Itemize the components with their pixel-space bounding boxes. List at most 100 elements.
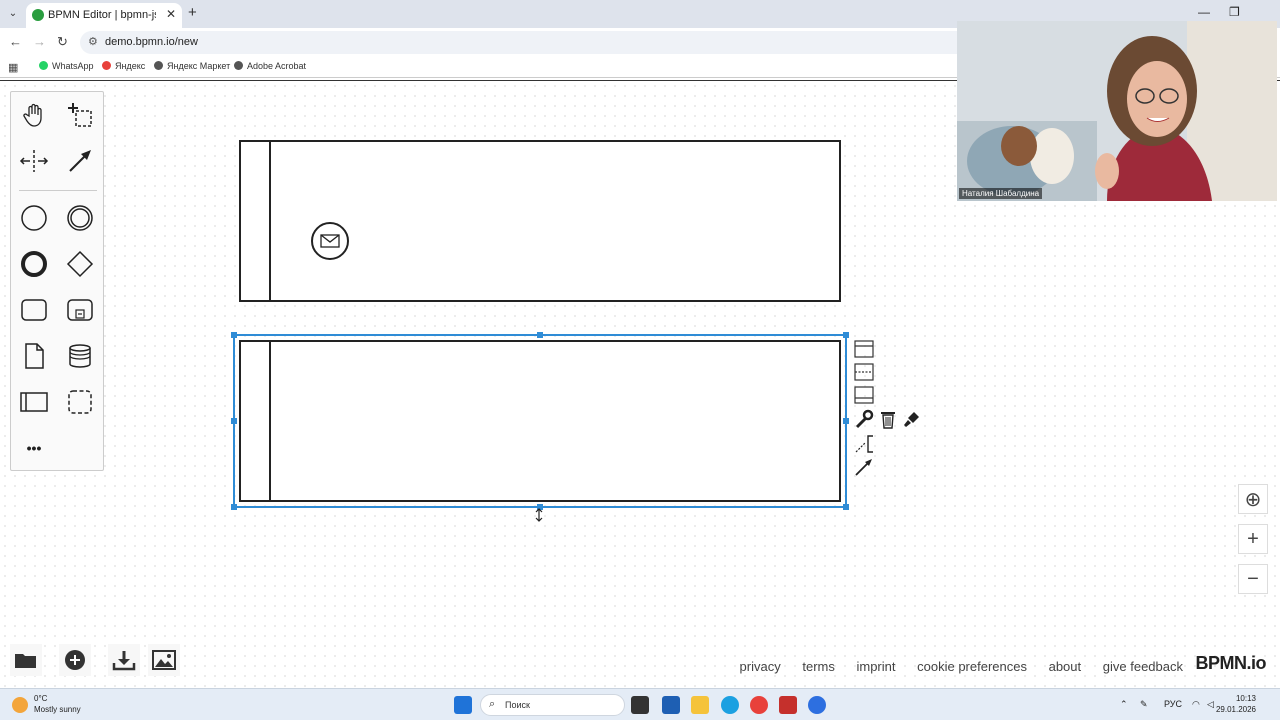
bookmark-whatsapp[interactable]: WhatsApp bbox=[39, 61, 94, 71]
privacy-link[interactable]: privacy bbox=[740, 659, 781, 674]
volume-icon[interactable]: ◁ bbox=[1207, 699, 1214, 710]
connect-arrow-icon[interactable] bbox=[853, 456, 875, 478]
skype-icon[interactable] bbox=[721, 696, 739, 714]
reload-icon[interactable]: ↻ bbox=[57, 34, 68, 50]
bookmark-adobe-acrobat[interactable]: Adobe Acrobat bbox=[234, 61, 306, 71]
weather-icon[interactable] bbox=[12, 697, 28, 713]
url-text: demo.bpmn.io/new bbox=[105, 36, 198, 48]
space-tool-icon[interactable] bbox=[19, 146, 49, 176]
pool-1[interactable] bbox=[239, 140, 841, 302]
subprocess-icon[interactable] bbox=[65, 295, 95, 325]
acrobat-icon[interactable] bbox=[779, 696, 797, 714]
chrome-icon[interactable] bbox=[750, 696, 768, 714]
clock-time[interactable]: 10:13 bbox=[1236, 694, 1256, 703]
back-icon[interactable]: ← bbox=[9, 34, 22, 49]
bookmark-label: WhatsApp bbox=[52, 61, 94, 71]
participant-video bbox=[957, 21, 1277, 201]
data-object-icon[interactable] bbox=[19, 341, 49, 371]
add-lane-above-icon[interactable] bbox=[853, 338, 875, 360]
task-icon[interactable] bbox=[19, 295, 49, 325]
start-event-icon[interactable] bbox=[19, 203, 49, 233]
end-event-icon[interactable] bbox=[19, 249, 49, 279]
tool-palette: ••• bbox=[10, 91, 104, 471]
bookmark-label: Яндекс bbox=[115, 61, 146, 71]
language-indicator[interactable]: РУС bbox=[1164, 699, 1182, 709]
widgets-icon[interactable] bbox=[662, 696, 680, 714]
file-explorer-icon[interactable] bbox=[691, 696, 709, 714]
resize-handle-ne[interactable] bbox=[843, 332, 849, 338]
color-brush-icon[interactable] bbox=[901, 408, 923, 430]
bpmn-favicon-icon bbox=[32, 9, 44, 21]
windows-taskbar: 0°C Mostly sunny ⌕ Поиск ⌃ ✎ РУС ◠ ◁ 10:… bbox=[0, 688, 1280, 720]
tray-expand-icon[interactable]: ⌃ bbox=[1120, 699, 1128, 710]
clock-date[interactable]: 29.01.2026 bbox=[1216, 705, 1256, 714]
task-view-icon[interactable] bbox=[631, 696, 649, 714]
forward-icon[interactable]: → bbox=[33, 34, 46, 49]
resize-cursor-icon bbox=[535, 508, 543, 522]
resize-handle-e[interactable] bbox=[843, 418, 849, 424]
globe-icon bbox=[154, 61, 163, 70]
weather-temperature: 0°C bbox=[34, 694, 48, 703]
taskbar-search[interactable]: ⌕ Поиск bbox=[480, 694, 625, 716]
reset-zoom-button[interactable]: ⊕ bbox=[1238, 484, 1268, 514]
add-lane-below-icon[interactable] bbox=[853, 384, 875, 406]
zoom-app-icon[interactable] bbox=[808, 696, 826, 714]
zoom-out-button[interactable]: − bbox=[1238, 564, 1268, 594]
tab-title: BPMN Editor | bpmn-js modeler bbox=[48, 9, 156, 21]
globe-icon bbox=[234, 61, 243, 70]
resize-handle-sw[interactable] bbox=[231, 504, 237, 510]
cookie-preferences-link[interactable]: cookie preferences bbox=[917, 659, 1027, 674]
download-bpmn-icon[interactable] bbox=[108, 644, 140, 676]
terms-link[interactable]: terms bbox=[802, 659, 835, 674]
text-annotation-connect-icon[interactable] bbox=[853, 433, 875, 455]
search-icon: ⌕ bbox=[489, 698, 496, 710]
about-link[interactable]: about bbox=[1049, 659, 1082, 674]
bookmark-yandex[interactable]: Яндекс bbox=[102, 61, 145, 71]
give-feedback-link[interactable]: give feedback bbox=[1103, 659, 1183, 674]
imprint-link[interactable]: imprint bbox=[856, 659, 895, 674]
create-new-icon[interactable] bbox=[59, 644, 91, 676]
global-connect-icon[interactable] bbox=[65, 146, 95, 176]
open-file-icon[interactable] bbox=[10, 644, 42, 676]
resize-handle-w[interactable] bbox=[231, 418, 237, 424]
resize-handle-se[interactable] bbox=[843, 504, 849, 510]
divide-lane-icon[interactable] bbox=[853, 361, 875, 383]
new-tab-button[interactable]: + bbox=[188, 4, 197, 21]
pool-icon[interactable] bbox=[19, 387, 49, 417]
wrench-icon[interactable] bbox=[853, 408, 875, 430]
apps-grid-icon[interactable]: ▦ bbox=[8, 61, 18, 74]
bpmn-io-logo[interactable]: BPMN.io bbox=[1196, 653, 1267, 674]
more-tools-icon[interactable]: ••• bbox=[19, 433, 49, 463]
message-start-event[interactable] bbox=[311, 222, 349, 260]
data-store-icon[interactable] bbox=[65, 341, 95, 371]
group-icon[interactable] bbox=[65, 387, 95, 417]
pen-icon[interactable]: ✎ bbox=[1140, 699, 1148, 710]
zoom-in-button[interactable]: + bbox=[1238, 524, 1268, 554]
restore-icon[interactable]: ❐ bbox=[1229, 5, 1240, 19]
resize-handle-nw[interactable] bbox=[231, 332, 237, 338]
wifi-icon[interactable]: ◠ bbox=[1192, 699, 1200, 710]
tab-search-icon[interactable]: ⌄ bbox=[4, 5, 22, 23]
tab-close-icon[interactable]: ✕ bbox=[166, 7, 176, 21]
intermediate-event-icon[interactable] bbox=[65, 203, 95, 233]
search-placeholder: Поиск bbox=[505, 700, 530, 710]
browser-tab[interactable]: BPMN Editor | bpmn-js modeler ✕ bbox=[26, 3, 182, 28]
resize-handle-s[interactable] bbox=[537, 504, 543, 510]
windows-start-icon[interactable] bbox=[454, 696, 472, 714]
participant-name: Наталия Шабалдина bbox=[959, 188, 1043, 199]
yandex-icon bbox=[102, 61, 111, 70]
bookmark-yandex-market[interactable]: Яндекс Маркет bbox=[154, 61, 230, 71]
palette-separator bbox=[19, 190, 97, 191]
download-image-icon[interactable] bbox=[148, 644, 180, 676]
bookmark-label: Adobe Acrobat bbox=[247, 61, 307, 71]
lasso-tool-icon[interactable] bbox=[65, 100, 95, 130]
minimize-icon[interactable]: — bbox=[1198, 5, 1210, 19]
delete-trash-icon[interactable] bbox=[877, 408, 899, 430]
site-info-icon[interactable]: ⚙ bbox=[88, 35, 98, 48]
pool-2[interactable] bbox=[239, 340, 841, 502]
weather-condition: Mostly sunny bbox=[34, 705, 81, 714]
resize-handle-n[interactable] bbox=[537, 332, 543, 338]
hand-tool-icon[interactable] bbox=[19, 100, 49, 130]
gateway-icon[interactable] bbox=[65, 249, 95, 279]
whatsapp-icon bbox=[39, 61, 48, 70]
